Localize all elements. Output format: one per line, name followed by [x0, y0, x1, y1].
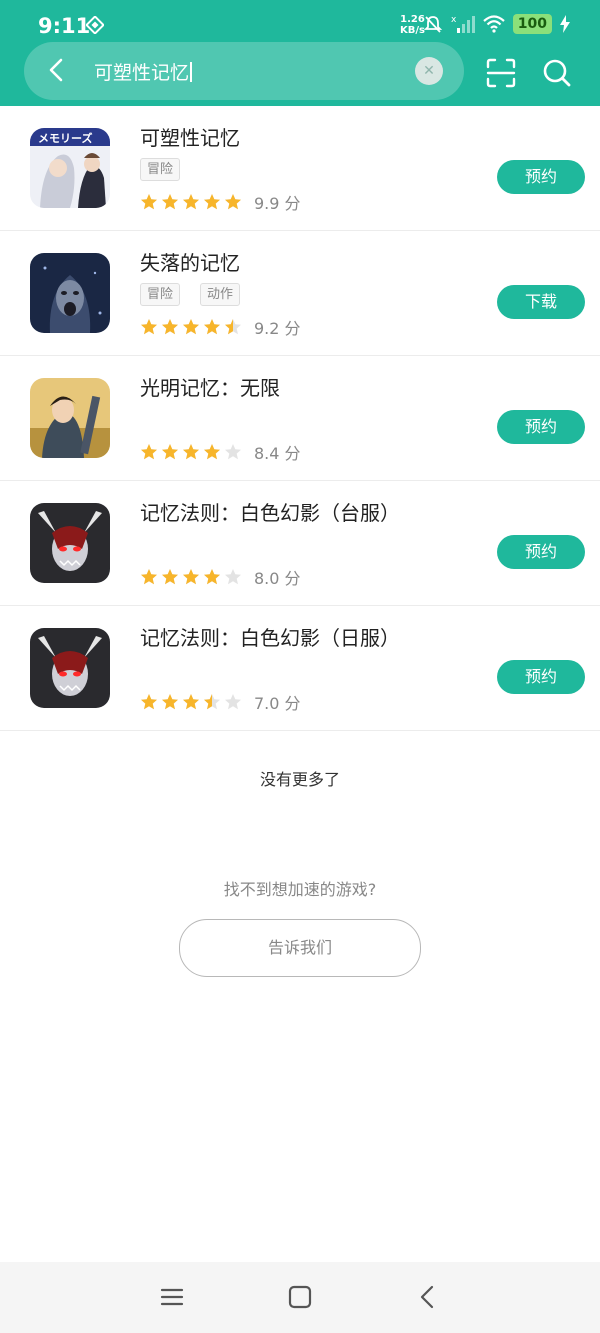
rating: 7.0 分: [140, 690, 301, 714]
status-icons: x 100: [423, 14, 570, 34]
star-empty-icon: [225, 569, 241, 585]
star-full-icon: [162, 319, 178, 335]
list-item[interactable]: 记忆法则：白色幻影（台服） 8.0 分 预约: [0, 481, 600, 606]
score-text: 9.2 分: [254, 319, 301, 338]
star-full-icon: [183, 444, 199, 460]
list-item[interactable]: メモリーズ 可塑性记忆 冒险 9.9 分 预约: [0, 106, 600, 231]
back-icon[interactable]: [413, 1282, 443, 1312]
scan-icon[interactable]: [484, 56, 518, 90]
star-rating: [140, 568, 242, 586]
score-text: 8.4 分: [254, 444, 301, 463]
reserve-button[interactable]: 预约: [497, 410, 585, 444]
tag-list: 冒险 动作: [140, 283, 241, 306]
rating: 9.2 分: [140, 315, 301, 339]
reserve-button[interactable]: 预约: [497, 160, 585, 194]
star-full-icon: [204, 569, 220, 585]
app-icon: [30, 503, 110, 583]
app-name: 记忆法则：白色幻影（日服）: [140, 626, 400, 650]
rating: 8.4 分: [140, 440, 301, 464]
star-full-icon: [204, 194, 220, 210]
list-item[interactable]: 光明记忆：无限 8.4 分 预约: [0, 356, 600, 481]
score-text: 7.0 分: [254, 694, 301, 713]
star-full-icon: [183, 194, 199, 210]
menu-icon[interactable]: [157, 1282, 187, 1312]
star-full-icon: [183, 694, 199, 710]
reserve-button[interactable]: 预约: [497, 535, 585, 569]
star-full-icon: [183, 569, 199, 585]
star-full-icon: [204, 319, 220, 335]
star-full-icon: [141, 694, 157, 710]
star-rating: [140, 443, 242, 461]
star-full-icon: [141, 444, 157, 460]
search-results-list: メモリーズ 可塑性记忆 冒险 9.9 分 预约 失落的记忆 冒险 动作 9.2 …: [0, 106, 600, 731]
star-full-icon: [162, 694, 178, 710]
back-arrow-icon[interactable]: [38, 52, 74, 88]
search-box[interactable]: [24, 42, 464, 100]
tell-us-button[interactable]: 告诉我们: [179, 919, 421, 977]
net-speed: 1.26 KB/s: [400, 14, 425, 36]
star-full-icon: [141, 569, 157, 585]
system-nav-bar: [0, 1262, 600, 1333]
star-rating: [140, 693, 242, 711]
app-name: 失落的记忆: [140, 251, 240, 275]
star-full-icon: [162, 444, 178, 460]
score-text: 9.9 分: [254, 194, 301, 213]
app-name: 光明记忆：无限: [140, 376, 280, 400]
star-full-icon: [141, 194, 157, 210]
download-button[interactable]: 下载: [497, 285, 585, 319]
mute-bell-icon: [423, 16, 442, 33]
score-text: 8.0 分: [254, 569, 301, 588]
rating: 8.0 分: [140, 565, 301, 589]
star-full-icon: [183, 319, 199, 335]
charging-icon: [560, 15, 570, 33]
star-empty-icon: [225, 444, 241, 460]
star-half-icon: [225, 319, 241, 335]
app-icon: [30, 628, 110, 708]
clear-search-button[interactable]: ✕: [415, 57, 443, 85]
genre-tag: 冒险: [140, 158, 181, 181]
search-icon[interactable]: [540, 56, 574, 90]
cant-find-text: 找不到想加速的游戏?: [223, 880, 377, 899]
star-rating: [140, 318, 242, 336]
app-icon: メモリーズ: [30, 128, 110, 208]
app-name: 记忆法则：白色幻影（台服）: [140, 501, 400, 525]
search-input[interactable]: 可塑性记忆: [94, 58, 192, 85]
genre-tag: 动作: [200, 283, 241, 306]
reserve-button[interactable]: 预约: [497, 660, 585, 694]
status-time: 9:11: [38, 14, 91, 38]
star-half-icon: [204, 694, 220, 710]
svg-text:メモリーズ: メモリーズ: [38, 131, 92, 145]
shield-icon: [86, 16, 104, 34]
star-full-icon: [162, 569, 178, 585]
tag-list: 冒险: [140, 158, 181, 181]
star-full-icon: [162, 194, 178, 210]
app-name: 可塑性记忆: [140, 126, 240, 150]
app-icon: [30, 378, 110, 458]
rating: 9.9 分: [140, 190, 301, 214]
no-more-text: 没有更多了: [259, 770, 340, 789]
star-rating: [140, 193, 242, 211]
signal-icon: x: [451, 15, 475, 33]
list-item[interactable]: 记忆法则：白色幻影（日服） 7.0 分 预约: [0, 606, 600, 731]
list-item[interactable]: 失落的记忆 冒险 动作 9.2 分 下载: [0, 231, 600, 356]
text-caret: [190, 62, 192, 82]
battery-indicator: 100: [512, 14, 552, 34]
star-full-icon: [204, 444, 220, 460]
header: 9:11 1.26 KB/s x 100 可塑性记忆 ✕: [0, 0, 600, 106]
wifi-icon: [483, 15, 505, 33]
star-full-icon: [141, 319, 157, 335]
home-icon[interactable]: [285, 1282, 315, 1312]
star-full-icon: [225, 194, 241, 210]
app-icon: [30, 253, 110, 333]
star-empty-icon: [225, 694, 241, 710]
genre-tag: 冒险: [140, 283, 181, 306]
svg-text:x: x: [451, 15, 457, 25]
